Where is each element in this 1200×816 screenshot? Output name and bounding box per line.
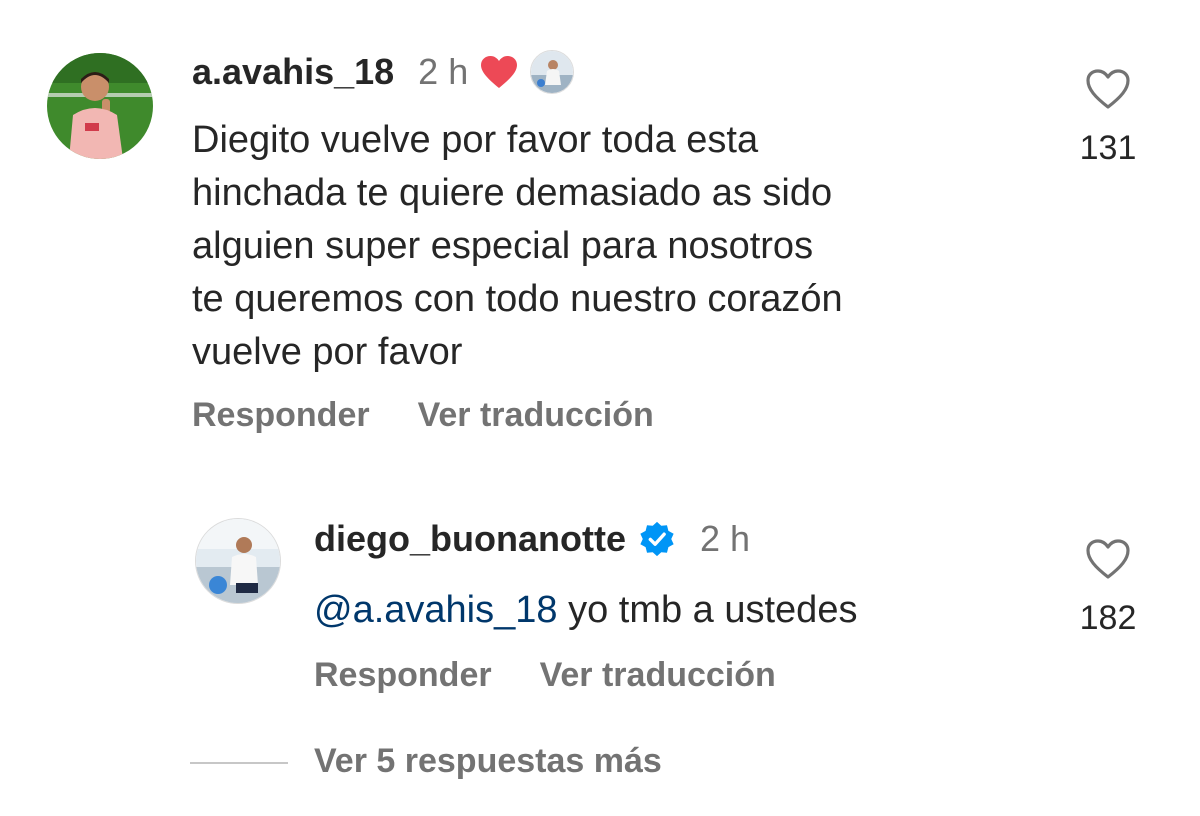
reply-translate-button[interactable]: Ver traducción xyxy=(540,656,776,695)
comment-text: Diegito vuelve por favor toda esta hinch… xyxy=(192,114,843,379)
verified-badge-icon xyxy=(638,520,676,558)
reply-username[interactable]: diego_buonanotte xyxy=(314,518,626,560)
comment-time: 2 h xyxy=(418,51,469,92)
comment-like: 131 xyxy=(1058,68,1158,168)
reply-text: @a.avahis_18 yo tmb a ustedes xyxy=(314,584,857,637)
more-replies-divider xyxy=(190,762,288,764)
comment-text-line: Diegito vuelve por favor toda esta xyxy=(192,119,759,161)
comment-text-line: te queremos con todo nuestro corazón xyxy=(192,278,843,320)
liked-by-author-avatar xyxy=(530,50,575,94)
comment-header: a.avahis_18 2 h xyxy=(192,50,575,94)
comment-username[interactable]: a.avahis_18 xyxy=(192,51,394,93)
comments-thread: a.avahis_18 2 h Diegito vuelve por favor… xyxy=(0,0,1200,816)
avatar-replier[interactable] xyxy=(195,518,281,604)
reply-time: 2 h xyxy=(699,518,751,559)
reply-button[interactable]: Responder xyxy=(192,396,370,435)
comment-actions: Responder Ver traducción xyxy=(192,396,654,435)
reply-to-reply-button[interactable]: Responder xyxy=(314,656,492,695)
reply-like-heart-icon[interactable] xyxy=(1085,538,1131,585)
reply-text-body: yo tmb a ustedes xyxy=(557,589,858,631)
mention-link[interactable]: @a.avahis_18 xyxy=(314,589,558,631)
reply-actions: Responder Ver traducción xyxy=(314,656,776,695)
reply-like-count: 182 xyxy=(1079,599,1137,637)
like-heart-icon[interactable] xyxy=(1085,68,1131,115)
comment-text-line: hinchada te quiere demasiado as sido xyxy=(192,172,833,214)
view-more-replies-button[interactable]: Ver 5 respuestas más xyxy=(314,742,662,781)
like-count: 131 xyxy=(1079,129,1137,167)
comment-text-line: alguien super especial para nosotros xyxy=(192,225,814,267)
translate-button[interactable]: Ver traducción xyxy=(418,396,654,435)
reply-header: diego_buonanotte 2 h xyxy=(314,518,750,560)
liked-by-author-heart-icon xyxy=(480,55,518,89)
comment-text-line: vuelve por favor xyxy=(192,331,463,373)
reply-like: 182 xyxy=(1058,538,1158,638)
avatar-commenter[interactable] xyxy=(47,53,153,159)
